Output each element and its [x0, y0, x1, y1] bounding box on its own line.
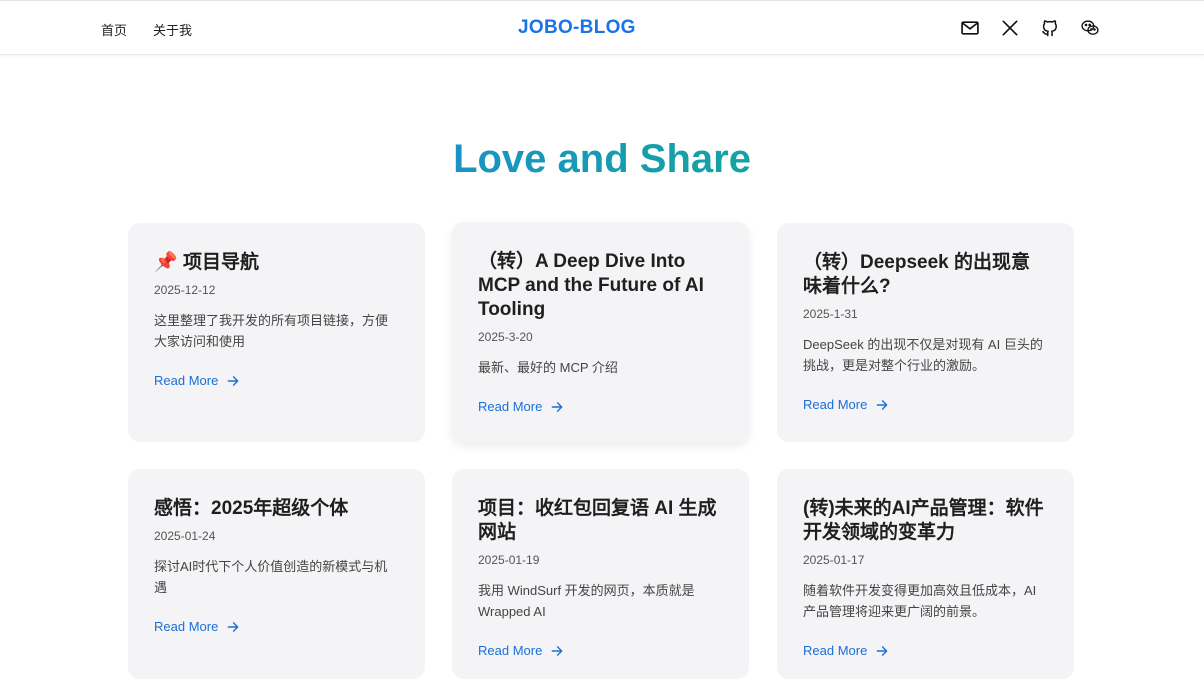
post-title[interactable]: 项目：收红包回复语 AI 生成网站 [478, 497, 723, 545]
post-description: 这里整理了我开发的所有项目链接，方便大家访问和使用 [154, 313, 389, 349]
pin-icon: 📌 [154, 252, 178, 273]
post-title[interactable]: （转）Deepseek 的出现意味着什么? [803, 251, 1048, 299]
post-title[interactable]: 📌 项目导航 [154, 251, 399, 275]
post-title[interactable]: (转)未来的AI产品管理：软件开发领域的变革力 [803, 497, 1048, 545]
post-card[interactable]: （转）A Deep Dive Into MCP and the Future o… [452, 222, 749, 442]
x-icon[interactable] [1000, 18, 1020, 38]
read-more-label: Read More [154, 619, 219, 634]
post-date: 2025-12-12 [154, 283, 216, 297]
social-icons [960, 18, 1100, 38]
post-date: 2025-3-20 [478, 330, 533, 344]
post-title-text: 项目导航 [182, 252, 259, 273]
post-card[interactable]: 📌 项目导航 2025-12-12 这里整理了我开发的所有项目链接，方便大家访问… [128, 223, 425, 442]
read-more-link[interactable]: Read More [478, 643, 564, 658]
post-card[interactable]: 项目：收红包回复语 AI 生成网站 2025-01-19 我用 WindSurf… [452, 469, 749, 679]
read-more-label: Read More [803, 397, 868, 412]
read-more-label: Read More [154, 373, 219, 388]
arrow-right-icon [227, 375, 239, 386]
post-description: DeepSeek 的出现不仅是对现有 AI 巨头的挑战，更是对整个行业的激励。 [803, 337, 1043, 373]
post-date: 2025-1-31 [803, 307, 858, 321]
read-more-link[interactable]: Read More [478, 399, 564, 414]
arrow-right-icon [876, 399, 888, 410]
post-description: 探讨AI时代下个人价值创造的新模式与机遇 [154, 559, 388, 595]
hero-title: Love and Share [0, 136, 1204, 182]
arrow-right-icon [551, 645, 563, 656]
site-header: 首页 关于我 JOBO-BLOG [0, 0, 1204, 55]
github-icon[interactable] [1040, 18, 1060, 38]
hero-title-text: Love and Share [453, 137, 751, 181]
post-date: 2025-01-17 [803, 553, 865, 567]
nav-home-link[interactable]: 首页 [101, 20, 127, 39]
read-more-link[interactable]: Read More [803, 643, 889, 658]
post-card[interactable]: （转）Deepseek 的出现意味着什么? 2025-1-31 DeepSeek… [777, 223, 1074, 442]
nav-left: 首页 关于我 [101, 20, 192, 39]
post-date: 2025-01-24 [154, 529, 216, 543]
arrow-right-icon [551, 401, 563, 412]
post-date: 2025-01-19 [478, 553, 540, 567]
post-title[interactable]: 感悟：2025年超级个体 [154, 497, 399, 521]
read-more-link[interactable]: Read More [803, 397, 889, 412]
arrow-right-icon [227, 621, 239, 632]
mail-icon[interactable] [960, 18, 980, 38]
site-logo[interactable]: JOBO-BLOG [518, 17, 636, 39]
post-card[interactable]: (转)未来的AI产品管理：软件开发领域的变革力 2025-01-17 随着软件开… [777, 469, 1074, 679]
read-more-label: Read More [478, 643, 543, 658]
nav-about-link[interactable]: 关于我 [153, 20, 192, 39]
post-description: 我用 WindSurf 开发的网页，本质就是 Wrapped AI [478, 583, 695, 619]
wechat-icon[interactable] [1080, 18, 1100, 38]
read-more-label: Read More [478, 399, 543, 414]
read-more-link[interactable]: Read More [154, 373, 240, 388]
post-title[interactable]: （转）A Deep Dive Into MCP and the Future o… [478, 250, 723, 322]
post-card[interactable]: 感悟：2025年超级个体 2025-01-24 探讨AI时代下个人价值创造的新模… [128, 469, 425, 679]
read-more-link[interactable]: Read More [154, 619, 240, 634]
post-description: 随着软件开发变得更加高效且低成本，AI 产品管理将迎来更广阔的前景。 [803, 583, 1037, 619]
read-more-label: Read More [803, 643, 868, 658]
arrow-right-icon [876, 645, 888, 656]
post-description: 最新、最好的 MCP 介绍 [478, 360, 618, 375]
